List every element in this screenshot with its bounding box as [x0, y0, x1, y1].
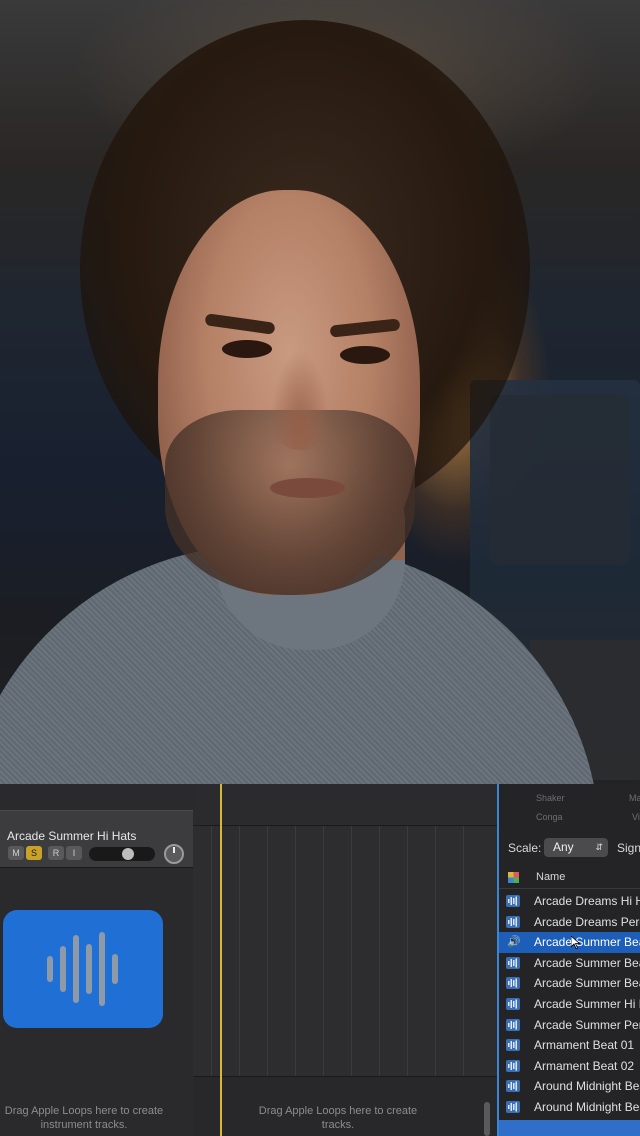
track-header-column: Arcade Summer Hi Hats M S R I Drag Apple…	[0, 784, 193, 1136]
waveform-icon	[47, 932, 118, 1006]
mouse-cursor-icon	[570, 935, 581, 954]
loop-row[interactable]: Arcade Summer Hi Hats	[499, 994, 640, 1015]
chevron-updown-icon: ⇵	[595, 842, 603, 852]
volume-slider[interactable]	[89, 847, 155, 861]
garageband-window: Arcade Summer Hi Hats M S R I Drag Apple…	[0, 784, 640, 1136]
loop-name: Armament Beat 02	[534, 1058, 635, 1073]
scale-value: Any	[553, 840, 574, 854]
loop-row[interactable]: Around Midnight Beat 02	[499, 1097, 640, 1118]
loop-row[interactable]: Arcade Dreams Hi Hats	[499, 891, 640, 912]
audio-loop-icon	[506, 956, 520, 969]
audio-loop-icon	[506, 997, 520, 1010]
loop-browser: Shaker Conga Ma Vi Scale: Any ⇵ Signa Na…	[497, 784, 640, 1136]
loop-name: Arcade Summer Percussion	[534, 1017, 640, 1032]
loop-row[interactable]: Arcade Dreams Percussion	[499, 912, 640, 933]
audio-loop-icon	[506, 1080, 520, 1093]
loop-name: Arcade Dreams Percussion	[534, 914, 640, 929]
drop-hint-tracks: Drag Apple Loops here to create tracks.	[258, 1105, 418, 1131]
audio-loop-icon	[506, 977, 520, 990]
loop-row[interactable]: Arcade Summer Percussion	[499, 1015, 640, 1036]
keyword-button-vi[interactable]: Vi	[632, 812, 640, 822]
bar-gridline	[239, 826, 240, 1118]
audio-loop-icon	[506, 1039, 520, 1052]
loop-row[interactable]: Around Midnight Beat 01	[499, 1076, 640, 1097]
loop-row[interactable]: 🔊 Arcade Summer Beat 01	[499, 932, 640, 953]
audio-loop-icon	[506, 1018, 520, 1031]
audio-loop-icon	[506, 1059, 520, 1072]
bar-gridline	[295, 826, 296, 1118]
loop-type-icon[interactable]	[508, 872, 519, 883]
loop-row[interactable]: Arcade Summer Beat 02	[499, 953, 640, 974]
bar-gridline	[435, 826, 436, 1118]
loop-name: Arcade Summer Beat 01	[534, 935, 640, 950]
bar-gridline	[267, 826, 268, 1118]
person-mouth	[270, 478, 345, 498]
keyword-button-conga[interactable]: Conga	[536, 812, 563, 822]
loop-name: Arcade Summer Beat 03	[534, 976, 640, 991]
eye-left	[222, 340, 272, 358]
audio-loop-icon	[506, 1100, 520, 1113]
vertical-scrollbar[interactable]	[484, 1102, 490, 1136]
loop-row[interactable]: Armament Beat 01	[499, 1035, 640, 1056]
tracks-area[interactable]: Drag Apple Loops here to create tracks.	[193, 784, 497, 1136]
mute-button[interactable]: M	[8, 846, 24, 860]
bar-gridline	[351, 826, 352, 1118]
video-frame	[0, 0, 640, 784]
bar-gridline	[407, 826, 408, 1118]
person-nose	[270, 350, 330, 450]
record-enable-button[interactable]: R	[48, 846, 64, 860]
timeline-ruler[interactable]	[193, 784, 497, 826]
speaker-icon: 🔊	[507, 936, 521, 949]
loop-list-header: Name	[499, 867, 640, 889]
keyword-button-shaker[interactable]: Shaker	[536, 793, 565, 803]
loop-name: Around Midnight Beat 01	[534, 1079, 640, 1094]
playhead[interactable]	[220, 784, 222, 1136]
loop-row[interactable]: Armament Beat 02	[499, 1056, 640, 1077]
bar-gridline	[379, 826, 380, 1118]
audio-loop-icon	[506, 915, 520, 928]
loop-preview-waveform	[499, 1120, 640, 1136]
name-column-header[interactable]: Name	[536, 871, 565, 883]
loop-list: Arcade Dreams Hi Hats Arcade Dreams Percu…	[499, 891, 640, 1118]
volume-slider-thumb[interactable]	[122, 848, 134, 860]
track-lane[interactable]	[193, 826, 497, 1118]
loop-row[interactable]: Arcade Summer Beat 03	[499, 973, 640, 994]
bar-gridline	[463, 826, 464, 1118]
loop-name: Arcade Summer Hi Hats	[534, 996, 640, 1011]
loop-name: Armament Beat 01	[534, 1038, 635, 1053]
audio-loop-icon	[3, 910, 163, 1028]
bar-gridline	[211, 826, 212, 1118]
scale-label: Scale:	[508, 841, 542, 855]
loop-name: Arcade Dreams Hi Hats	[534, 894, 640, 908]
keyword-button-ma[interactable]: Ma	[629, 793, 640, 803]
solo-button[interactable]: S	[26, 846, 42, 860]
eye-right	[340, 346, 390, 364]
bar-gridline	[323, 826, 324, 1118]
loop-name: Arcade Summer Beat 02	[534, 955, 640, 970]
audio-loop-icon	[506, 895, 520, 907]
loop-name: Around Midnight Beat 02	[534, 1099, 640, 1114]
track-name[interactable]: Arcade Summer Hi Hats	[7, 829, 136, 843]
pan-knob[interactable]	[164, 844, 184, 864]
input-monitor-button[interactable]: I	[66, 846, 82, 860]
scale-select[interactable]: Any ⇵	[544, 838, 608, 857]
signature-label: Signa	[617, 841, 640, 855]
studio-amp	[490, 395, 630, 565]
drop-hint-instrument: Drag Apple Loops here to create instrume…	[4, 1105, 164, 1131]
